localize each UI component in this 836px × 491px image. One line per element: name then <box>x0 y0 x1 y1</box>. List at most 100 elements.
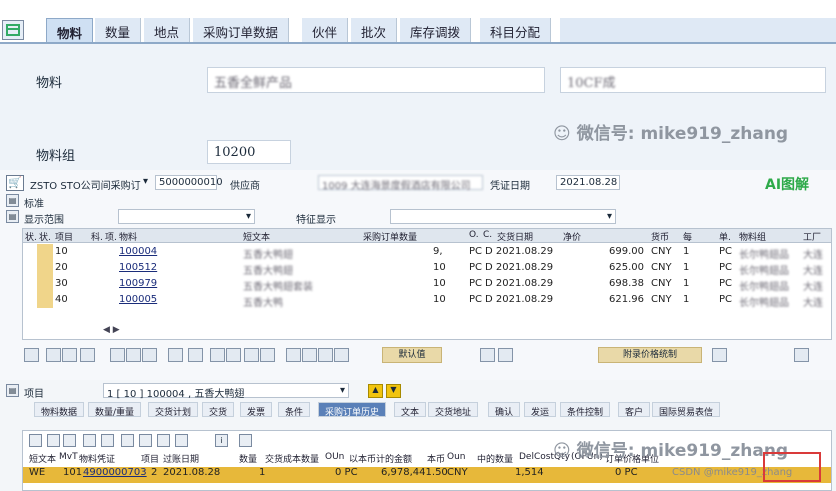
layout-icon[interactable] <box>318 348 333 362</box>
select-all-icon[interactable] <box>80 348 95 362</box>
supplier-field[interactable]: 1009 大连海景度假酒店有限公司 <box>318 175 483 192</box>
sort-desc-icon[interactable] <box>188 348 203 362</box>
sum-icon[interactable] <box>244 348 259 362</box>
details-icon[interactable] <box>24 348 39 362</box>
table-row[interactable]: 40 100005 五香大鸭 10 PC D 2021.08.29 621.96… <box>23 294 831 310</box>
row-unit: PC <box>719 278 733 289</box>
tab-po-data[interactable]: 采购订单数据 <box>193 18 290 42</box>
print-icon[interactable] <box>286 348 301 362</box>
tab-account-assignment[interactable]: 科目分配 <box>480 18 552 42</box>
env-icon[interactable] <box>480 348 495 362</box>
doc-type-value[interactable]: ZSTO STO公司间采购订 <box>30 177 141 192</box>
row-material[interactable]: 100005 <box>119 294 157 305</box>
sum-icon[interactable] <box>101 434 114 447</box>
transport-icon[interactable] <box>498 348 513 362</box>
material-code-field[interactable]: 10CF成 <box>560 67 826 93</box>
chevron-down-icon[interactable]: ▾ <box>143 176 148 187</box>
material-text-field[interactable]: 五香全鲜产品 <box>207 67 545 93</box>
item-toggle-icon[interactable]: ▤ <box>6 384 19 397</box>
subtab-condition-control[interactable]: 条件控制 <box>560 402 611 418</box>
tab-quantity[interactable]: 数量 <box>95 18 142 42</box>
delete-icon[interactable] <box>110 348 125 362</box>
display-range-select[interactable]: ▾ <box>118 209 255 224</box>
sort-desc-icon[interactable] <box>63 434 76 447</box>
row-group: 长尔鸭翅品 <box>739 282 789 293</box>
history-toolbar: i <box>29 434 269 448</box>
subtab-shipping[interactable]: 发运 <box>524 402 557 418</box>
row-material[interactable]: 100979 <box>119 278 157 289</box>
chevron-down-icon: ▾ <box>245 211 251 222</box>
help-icon[interactable] <box>794 348 809 362</box>
subtab-foreign-trade[interactable]: 国际贸易表信 <box>652 402 721 418</box>
subtab-delivery-schedule[interactable]: 交货计划 <box>148 402 199 418</box>
subtab-confirmations[interactable]: 确认 <box>488 402 521 418</box>
subtab-po-history[interactable]: 采购订单历史 <box>318 402 387 418</box>
redo-icon[interactable] <box>142 348 157 362</box>
info-icon[interactable]: i <box>215 434 228 447</box>
subtab-qty-weight[interactable]: 数量/重量 <box>88 402 142 418</box>
copy-icon[interactable] <box>46 348 61 362</box>
subtotal-icon[interactable] <box>260 348 275 362</box>
po-number-field[interactable]: 5000000010 <box>155 175 223 190</box>
col-itemcat: 项. <box>105 233 117 243</box>
filter-select[interactable]: ▾ <box>390 209 616 224</box>
export-icon[interactable] <box>302 348 317 362</box>
tab-partner[interactable]: 伙伴 <box>302 18 349 42</box>
table-row[interactable]: 10 100004 五香大鸭翅 9, PC D 2021.08.29 699.0… <box>23 246 831 262</box>
row-material[interactable]: 100004 <box>119 246 157 257</box>
next-item-icon[interactable]: ▼ <box>386 384 401 398</box>
layout-icon[interactable] <box>175 434 188 447</box>
calendar-icon[interactable] <box>712 348 727 362</box>
details-icon[interactable] <box>29 434 42 447</box>
items-grid: 状. 状. 项目 科. 项. 物料 短文本 采购订单数量 O. C. 交货日期 … <box>22 228 832 340</box>
table-row[interactable]: 20 100512 五香大鸭翅 10 PC D 2021.08.29 625.0… <box>23 262 831 278</box>
tab-material[interactable]: 物料 <box>46 18 94 42</box>
hr-doc[interactable]: 4900000703 <box>83 467 147 478</box>
filter-icon[interactable] <box>226 348 241 362</box>
row-oun: PC <box>469 294 483 305</box>
settings-icon[interactable] <box>239 434 252 447</box>
subtab-texts[interactable]: 文本 <box>394 402 427 418</box>
row-qty: 10 <box>433 278 446 289</box>
sort-asc-icon[interactable] <box>210 348 225 362</box>
h-qty: 数量 <box>239 455 258 465</box>
doc-date-field[interactable]: 2021.08.28 <box>556 175 620 190</box>
tab-stock-transfer[interactable]: 库存调拨 <box>400 18 472 42</box>
layout-toggle-icon[interactable] <box>2 20 24 40</box>
row-material[interactable]: 100512 <box>119 262 157 273</box>
h-mvt: MvT <box>59 452 78 462</box>
table-row[interactable]: 30 100979 五香大鸭翅套装 10 PC D 2021.08.29 698… <box>23 278 831 294</box>
export-icon[interactable] <box>139 434 152 447</box>
sort-icon[interactable] <box>168 348 183 362</box>
row-cur: CNY <box>651 278 672 289</box>
row-group: 长尔鸭翅品 <box>739 250 789 261</box>
subtab-material-data[interactable]: 物料数据 <box>34 402 85 418</box>
subtab-conditions[interactable]: 条件 <box>278 402 311 418</box>
tab-location[interactable]: 地点 <box>144 18 191 42</box>
print-icon[interactable] <box>121 434 134 447</box>
wechat-icon: ☺ <box>553 124 571 144</box>
chart-icon[interactable] <box>157 434 170 447</box>
subtab-customer[interactable]: 客户 <box>618 402 651 418</box>
row-per: 1 <box>683 278 690 289</box>
filter-icon[interactable] <box>83 434 96 447</box>
price-button[interactable]: 附录价格统制 <box>598 347 702 363</box>
subtab-invoice[interactable]: 发票 <box>240 402 273 418</box>
sort-asc-icon[interactable] <box>47 434 60 447</box>
display-range-icon[interactable]: ▤ <box>6 210 19 223</box>
undo-icon[interactable] <box>126 348 141 362</box>
paste-icon[interactable] <box>62 348 77 362</box>
col-item: 项目 <box>55 233 74 243</box>
subtab-delivery[interactable]: 交货 <box>202 402 235 418</box>
standard-icon[interactable]: ▤ <box>6 194 19 207</box>
tab-batch[interactable]: 批次 <box>351 18 398 42</box>
prev-item-icon[interactable]: ▲ <box>368 384 383 398</box>
default-values-button[interactable]: 默认值 <box>382 347 442 363</box>
subtab-delivery-address[interactable]: 交货地址 <box>428 402 479 418</box>
row-date: D 2021.08.29 <box>485 246 554 257</box>
settings-icon[interactable] <box>334 348 349 362</box>
h-amount: 以本币计的金额 <box>349 455 413 465</box>
item-selector[interactable]: 1 [ 10 ] 100004 , 五香大鸭翅 ▾ <box>103 383 349 400</box>
grid-scroll-arrows[interactable]: ◀ ▶ <box>103 325 120 335</box>
material-group-field[interactable]: 10200 <box>207 140 291 164</box>
